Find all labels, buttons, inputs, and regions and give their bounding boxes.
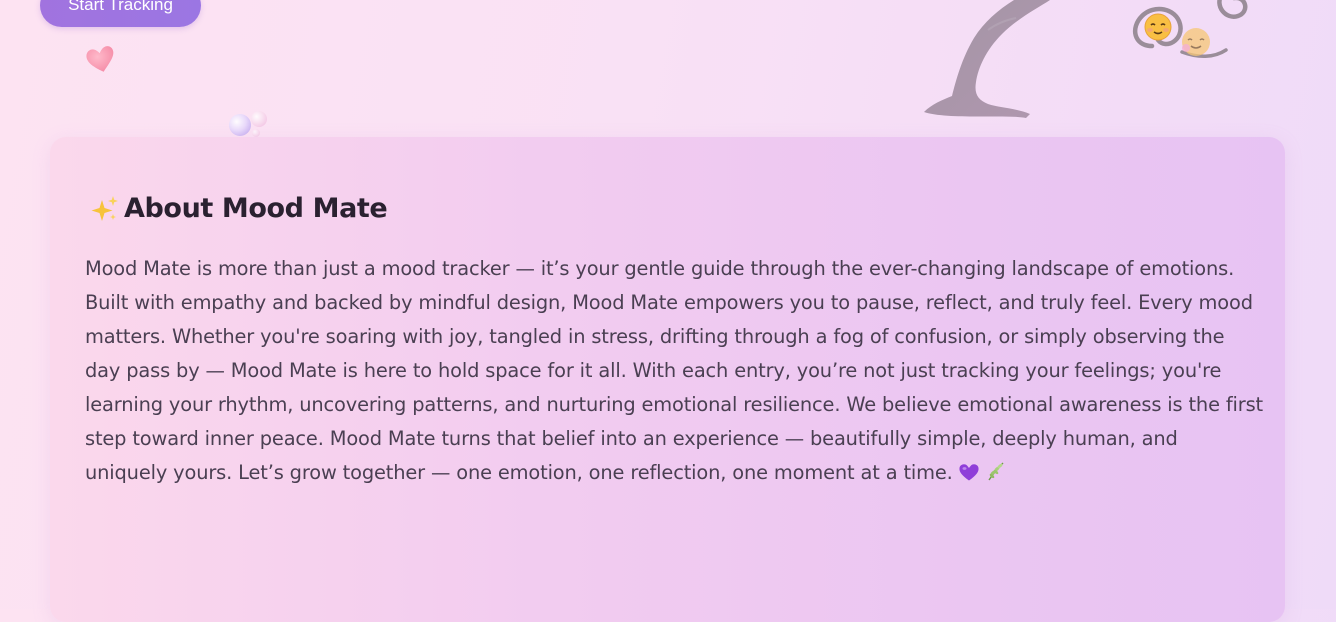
vine-decoration-icon [924, 0, 1050, 118]
about-title: About Mood Mate [88, 193, 388, 224]
about-section: About Mood Mate Mood Mate is more than j… [50, 137, 1285, 622]
start-tracking-button[interactable]: Start Tracking [40, 0, 201, 27]
smiling-face-icon [1182, 28, 1210, 56]
purple-heart-icon [959, 464, 979, 481]
about-description: Mood Mate is more than just a mood track… [85, 252, 1265, 490]
bubbles-icon [229, 111, 267, 137]
about-body-text: Mood Mate is more than just a mood track… [85, 257, 1264, 484]
start-tracking-button-label: Start Tracking [68, 0, 173, 14]
swirl-decoration-icon [1132, 0, 1248, 58]
sparkles-icon [91, 195, 118, 221]
relieved-face-icon [1144, 13, 1172, 41]
heart-icon [86, 46, 114, 72]
herb-icon [988, 462, 1004, 481]
about-title-text: About Mood Mate [124, 193, 388, 224]
